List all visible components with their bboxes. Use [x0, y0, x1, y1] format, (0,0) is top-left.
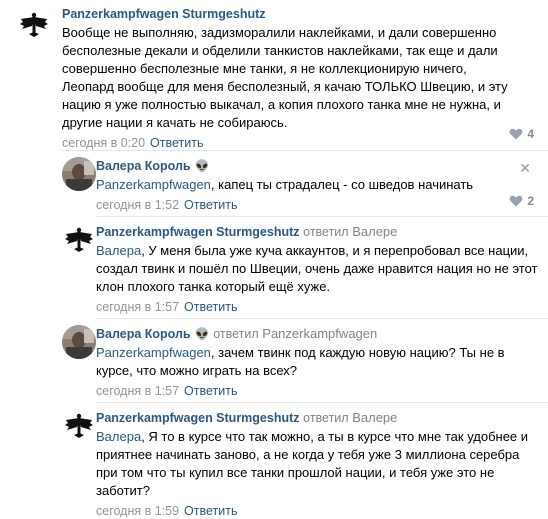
comment-text: Валера, Я то в курсе что так можно, а ты…: [96, 429, 529, 498]
replied-label: ответил: [213, 327, 259, 341]
comment-meta: сегодня в 1:52 Ответить: [96, 197, 538, 213]
comment-reply: Panzerkampfwagen Sturmgeshutz ответил Ва…: [0, 216, 548, 316]
timestamp[interactable]: сегодня в 1:57: [96, 300, 179, 314]
author-link[interactable]: Panzerkampfwagen Sturmgeshutz: [62, 7, 266, 21]
eagle-emblem-avatar[interactable]: [62, 223, 96, 257]
replied-to-link[interactable]: Panzerkampfwagen: [262, 326, 377, 341]
comment-main: Panzerkampfwagen Sturmgeshutz Вообще не …: [0, 0, 548, 150]
comment-body: Валера Король 👽 ответил Panzerkampfwagen …: [96, 326, 538, 399]
mention-link[interactable]: Panzerkampfwagen: [96, 177, 211, 192]
comment-meta: сегодня в 0:20 Ответить: [62, 135, 538, 151]
like-count: 4: [527, 127, 534, 141]
heart-icon: [509, 195, 523, 207]
timestamp[interactable]: сегодня в 1:57: [96, 384, 179, 398]
author-link[interactable]: Валера Король: [96, 327, 191, 341]
heart-icon: [509, 128, 523, 140]
comment-reply: Валера Король 👽 Panzerkampfwagen, капец т…: [0, 150, 548, 212]
like-count: 2: [527, 194, 534, 208]
user-photo-avatar[interactable]: [62, 325, 96, 359]
eagle-emblem-avatar[interactable]: [62, 409, 96, 443]
comment-reply: Валера Король 👽 ответил Panzerkampfwagen …: [0, 318, 548, 402]
comment-body: Panzerkampfwagen Sturmgeshutz ответил Ва…: [96, 410, 538, 519]
comment-meta: сегодня в 1:59 Ответить: [96, 503, 538, 519]
author-link[interactable]: Валера Король: [96, 159, 191, 173]
replied-to-link[interactable]: Валере: [352, 224, 397, 239]
eagle-emblem-avatar[interactable]: [17, 8, 51, 42]
comment-body: Валера Король 👽 Panzerkampfwagen, капец т…: [96, 158, 538, 213]
close-icon[interactable]: ✕: [519, 161, 531, 175]
replied-label: ответил: [303, 225, 349, 239]
comment-text: Panzerkampfwagen, капец ты страдалец - с…: [96, 177, 474, 192]
comment-text: Panzerkampfwagen, зачем твинк под каждую…: [96, 345, 505, 378]
replied-to-link[interactable]: Валере: [352, 410, 397, 425]
comment-meta: сегодня в 1:57 Ответить: [96, 299, 538, 315]
mention-link[interactable]: Panzerkampfwagen: [96, 345, 211, 360]
author-link[interactable]: Panzerkampfwagen Sturmgeshutz: [96, 225, 300, 239]
comment-meta: сегодня в 1:57 Ответить: [96, 383, 538, 399]
reply-button[interactable]: Ответить: [184, 384, 237, 398]
reply-button[interactable]: Ответить: [184, 300, 237, 314]
comment-body: Panzerkampfwagen Sturmgeshutz ответил Ва…: [96, 224, 538, 315]
comment-body: Panzerkampfwagen Sturmgeshutz Вообще не …: [62, 6, 538, 151]
mention-link[interactable]: Валера: [96, 243, 141, 258]
comment-text: Вообще не выполняю, задизморалили наклей…: [62, 25, 508, 130]
reply-button[interactable]: Ответить: [150, 136, 203, 150]
like-button[interactable]: 2: [509, 194, 534, 208]
comment-text: Валера, У меня была уже куча аккаунтов, …: [96, 243, 538, 294]
alien-emoji: 👽: [194, 159, 210, 173]
like-button[interactable]: 4: [509, 127, 534, 141]
reply-button[interactable]: Ответить: [184, 198, 237, 212]
comment-reply: Panzerkampfwagen Sturmgeshutz ответил Ва…: [0, 402, 548, 519]
replied-label: ответил: [303, 411, 349, 425]
timestamp[interactable]: сегодня в 0:20: [62, 136, 145, 150]
user-photo-avatar[interactable]: [62, 157, 96, 191]
mention-link[interactable]: Валера: [96, 429, 141, 444]
alien-emoji: 👽: [194, 327, 210, 341]
timestamp[interactable]: сегодня в 1:52: [96, 198, 179, 212]
author-link[interactable]: Panzerkampfwagen Sturmgeshutz: [96, 411, 300, 425]
